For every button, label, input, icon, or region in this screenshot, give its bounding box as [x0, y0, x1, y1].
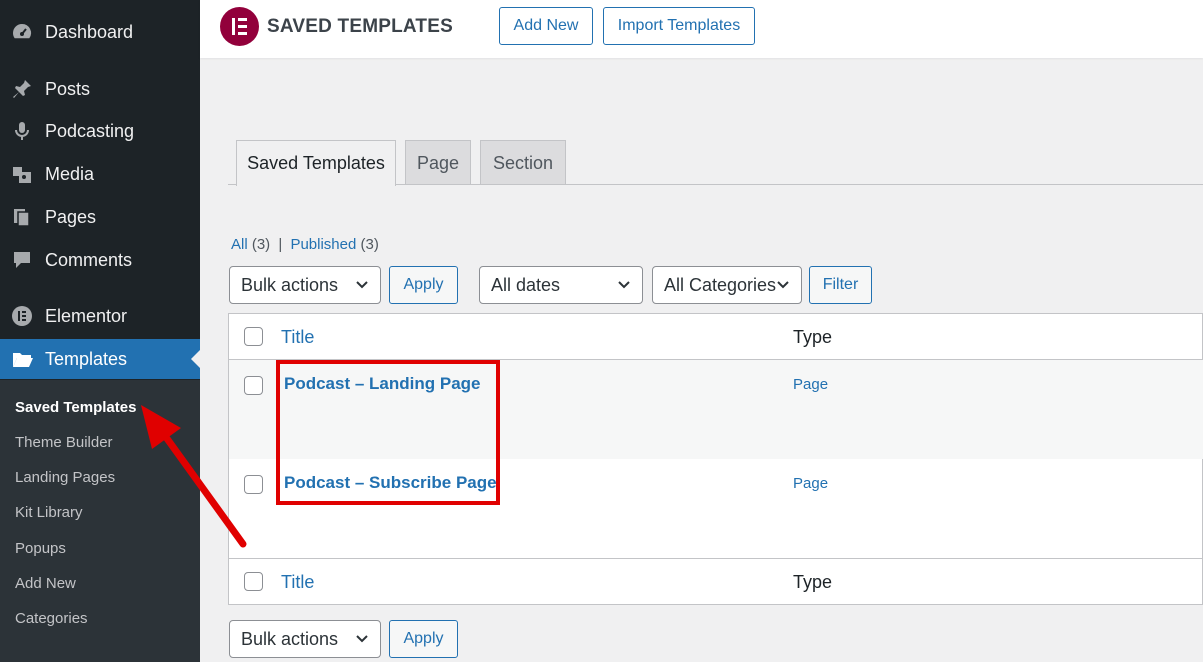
menu-item-media[interactable]: Media: [0, 154, 200, 194]
filter-all-link[interactable]: All: [231, 236, 248, 253]
menu-label: Posts: [45, 78, 91, 99]
filter-separator: |: [278, 236, 283, 253]
menu-item-posts[interactable]: Posts: [0, 69, 200, 109]
date-filter-select[interactable]: All dates: [479, 266, 643, 304]
dashboard-icon: [10, 20, 34, 44]
submenu-saved-templates[interactable]: Saved Templates: [15, 398, 136, 418]
status-filters: All (3) | Published (3): [231, 236, 379, 253]
tab-section[interactable]: Section: [480, 140, 566, 185]
tab-page[interactable]: Page: [405, 140, 471, 185]
microphone-icon: [10, 119, 34, 143]
template-type-link[interactable]: Page: [793, 376, 828, 393]
elementor-icon: [10, 304, 34, 328]
column-title-footer[interactable]: Title: [281, 572, 314, 593]
chevron-down-icon: [356, 635, 368, 643]
menu-label: Elementor: [45, 305, 128, 326]
admin-sidebar: Dashboard Posts Podcasting Media Pages C…: [0, 0, 200, 662]
folder-icon: [10, 347, 34, 371]
column-title-header[interactable]: Title: [281, 327, 314, 348]
page-title: SAVED TEMPLATES: [267, 16, 453, 37]
comment-icon: [10, 248, 34, 272]
templates-submenu: Saved Templates Theme Builder Landing Pa…: [0, 380, 200, 662]
row-checkbox[interactable]: [244, 475, 263, 494]
menu-item-templates[interactable]: Templates: [0, 339, 200, 379]
column-type-header: Type: [793, 327, 833, 347]
elementor-logo-icon: [220, 7, 259, 46]
pages-icon: [10, 205, 34, 229]
category-filter-select[interactable]: All Categories: [652, 266, 802, 304]
bulk-actions-select-bottom[interactable]: Bulk actions: [229, 620, 381, 658]
submenu-popups[interactable]: Popups: [15, 539, 66, 559]
chevron-down-icon: [356, 281, 368, 289]
category-filter-value: All Categories: [664, 274, 777, 295]
filter-button[interactable]: Filter: [809, 266, 872, 304]
apply-button[interactable]: Apply: [389, 266, 458, 304]
tab-saved-templates[interactable]: Saved Templates: [236, 140, 396, 186]
menu-item-comments[interactable]: Comments: [0, 240, 200, 280]
bulk-actions-value: Bulk actions: [241, 274, 339, 295]
date-filter-value: All dates: [491, 274, 561, 295]
filter-all-count: (3): [251, 236, 271, 253]
menu-item-elementor[interactable]: Elementor: [0, 296, 200, 336]
apply-button-bottom[interactable]: Apply: [389, 620, 458, 658]
table-footer-row: Title Type: [229, 558, 1203, 604]
filter-published-count: (3): [360, 236, 379, 253]
select-all-checkbox-footer[interactable]: [244, 572, 263, 591]
add-new-button[interactable]: Add New: [499, 7, 593, 45]
menu-item-pages[interactable]: Pages: [0, 197, 200, 237]
template-type-link[interactable]: Page: [793, 475, 828, 492]
chevron-down-icon: [777, 281, 789, 289]
column-type-footer: Type: [793, 572, 833, 592]
row-checkbox[interactable]: [244, 376, 263, 395]
bulk-actions-select[interactable]: Bulk actions: [229, 266, 381, 304]
highlight-box: [276, 360, 500, 505]
import-templates-button[interactable]: Import Templates: [603, 7, 755, 45]
menu-item-podcasting[interactable]: Podcasting: [0, 111, 200, 151]
bulk-actions-value: Bulk actions: [241, 628, 339, 649]
select-all-checkbox[interactable]: [244, 327, 263, 346]
media-icon: [10, 162, 34, 186]
menu-label: Pages: [45, 206, 97, 227]
menu-label: Comments: [45, 249, 133, 270]
chevron-down-icon: [618, 281, 630, 289]
filter-published-link[interactable]: Published: [290, 236, 356, 253]
submenu-add-new[interactable]: Add New: [15, 574, 76, 594]
submenu-kit-library[interactable]: Kit Library: [15, 503, 83, 523]
menu-item-dashboard[interactable]: Dashboard: [0, 12, 200, 52]
submenu-landing-pages[interactable]: Landing Pages: [15, 468, 115, 488]
table-header-row: Title Type: [229, 314, 1203, 360]
menu-label: Podcasting: [45, 120, 135, 141]
submenu-theme-builder[interactable]: Theme Builder: [15, 433, 113, 453]
elementor-header: SAVED TEMPLATES Add New Import Templates: [200, 0, 1203, 58]
pushpin-icon: [10, 77, 34, 101]
menu-label: Dashboard: [45, 21, 134, 42]
submenu-categories[interactable]: Categories: [15, 609, 88, 629]
menu-label: Media: [45, 163, 95, 184]
menu-label: Templates: [45, 348, 128, 369]
